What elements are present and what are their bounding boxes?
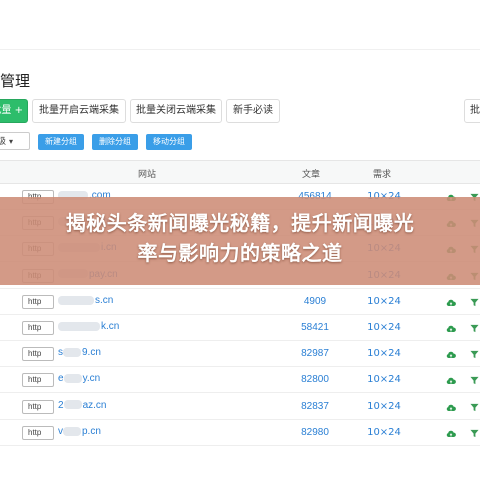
site-domain-link[interactable]: v p.cn (58, 426, 101, 437)
filter-icon[interactable] (470, 298, 479, 307)
domain-prefix: e (58, 373, 64, 385)
banner-line-2: 率与影响力的策略之道 (137, 241, 343, 265)
request-frequency[interactable]: 10×24 (362, 374, 406, 385)
redacted-text (58, 321, 100, 331)
request-frequency[interactable]: 10×24 (362, 348, 406, 359)
request-frequency[interactable]: 10×24 (362, 427, 406, 438)
banner-line-1: 揭秘头条新闻曝光秘籍，提升新闻曝光 (65, 211, 415, 235)
chevron-down-icon: ▾ (9, 137, 14, 146)
banner-headline: 揭秘头条新闻曝光秘籍，提升新闻曝光 率与影响力的策略之道 (0, 208, 480, 268)
domain-suffix: s.cn (95, 294, 114, 306)
protocol-select[interactable]: http (22, 399, 54, 414)
filter-icon[interactable] (470, 429, 479, 438)
filter-icon[interactable] (470, 403, 479, 412)
redacted-text (63, 374, 82, 384)
header-site: 网站 (138, 170, 157, 180)
page-title: 管理 (0, 72, 31, 90)
header-articles[interactable]: 文章 (302, 167, 320, 180)
batch-add-button[interactable]: 批量 + (0, 99, 28, 123)
filter-icon[interactable] (470, 376, 479, 385)
article-count[interactable]: 82800 (292, 374, 338, 385)
cloud-upload-icon[interactable] (446, 350, 456, 360)
table-row: http k.cn 58421 10×24 (0, 315, 480, 341)
newbie-guide-button[interactable]: 新手必读 (226, 99, 280, 123)
protocol-select[interactable]: http (22, 294, 54, 309)
protocol-select[interactable]: http (22, 425, 54, 440)
request-frequency[interactable]: 10×24 (362, 322, 406, 333)
top-bar (0, 0, 480, 50)
cloud-upload-icon[interactable] (446, 298, 456, 308)
group-select[interactable]: 级 ▾ (0, 132, 30, 150)
table-row: http v p.cn 82980 10×24 (0, 420, 480, 446)
move-group-button[interactable]: 移动分组 (146, 134, 192, 150)
filter-icon[interactable] (470, 350, 479, 359)
domain-suffix: k.cn (101, 321, 120, 332)
delete-group-button[interactable]: 删除分组 (92, 134, 138, 150)
batch-open-cloud-collect-button[interactable]: 批量开启云端采集 (32, 99, 126, 123)
table-header: 网站 文章 需求 (0, 160, 480, 184)
protocol-select[interactable]: http (22, 321, 54, 335)
table-row: http e y.cn 82800 10×24 (0, 367, 480, 394)
domain-suffix: y.cn (82, 373, 101, 385)
new-group-button[interactable]: 新建分组 (38, 134, 84, 150)
header-requests[interactable]: 需求 (373, 167, 391, 180)
request-frequency[interactable]: 10×24 (362, 296, 406, 307)
site-domain-link[interactable]: s 9.cn (58, 347, 101, 358)
domain-suffix: 9.cn (82, 347, 101, 359)
article-count[interactable]: 4909 (292, 296, 338, 307)
filter-icon[interactable] (470, 324, 479, 333)
request-frequency[interactable]: 10×24 (362, 401, 406, 412)
site-domain-link[interactable]: k.cn (58, 321, 119, 332)
batch-close-cloud-collect-button[interactable]: 批量关闭云端采集 (130, 99, 222, 123)
protocol-select[interactable]: http (22, 347, 54, 362)
redacted-text (63, 400, 82, 410)
domain-suffix: az.cn (82, 399, 107, 411)
cloud-upload-icon[interactable] (446, 376, 456, 386)
cloud-upload-icon[interactable] (446, 324, 456, 334)
domain-prefix: 2 (58, 399, 64, 411)
table-row: http 2 az.cn 82837 10×24 (0, 394, 480, 420)
redacted-text (58, 295, 94, 305)
article-count[interactable]: 58421 (292, 322, 338, 333)
cloud-upload-icon[interactable] (446, 429, 456, 439)
protocol-select[interactable]: http (22, 373, 54, 388)
article-count[interactable]: 82837 (292, 401, 338, 412)
redacted-text (63, 426, 81, 436)
site-domain-link[interactable]: 2 az.cn (58, 400, 106, 411)
table-row: http s 9.cn 82987 10×24 (0, 341, 480, 368)
article-count[interactable]: 82987 (292, 348, 338, 359)
batch-right-button[interactable]: 批 (464, 99, 480, 123)
group-select-value: 级 (0, 136, 7, 146)
site-domain-link[interactable]: e y.cn (58, 373, 100, 384)
article-count[interactable]: 82980 (292, 427, 338, 438)
redacted-text (63, 348, 81, 358)
cloud-upload-icon[interactable] (446, 403, 456, 413)
site-domain-link[interactable]: s.cn (58, 295, 113, 306)
domain-suffix: p.cn (82, 425, 101, 437)
table-row: http s.cn 4909 10×24 (0, 289, 480, 315)
